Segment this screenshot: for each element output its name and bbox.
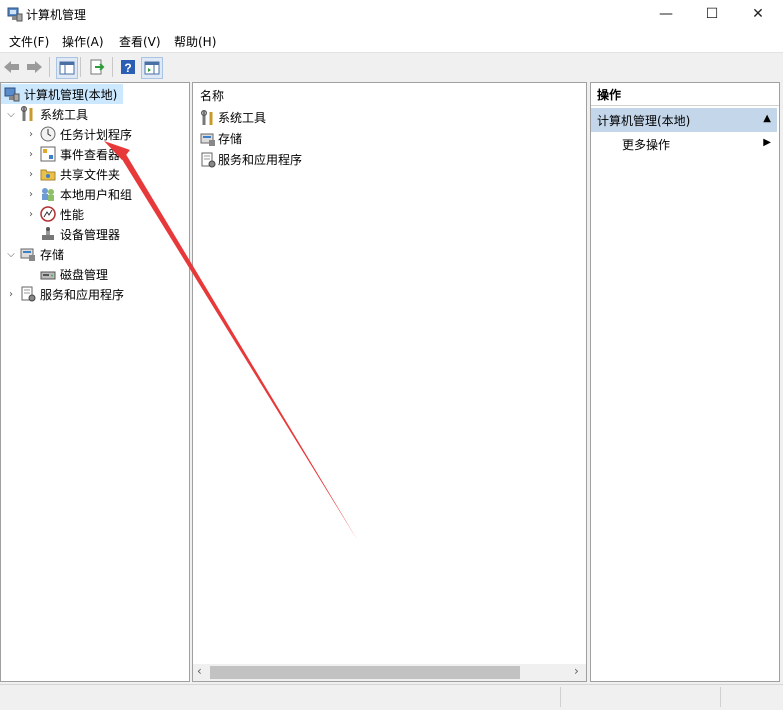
collapse-up-icon[interactable]: ▲ [763, 113, 771, 124]
computer-management-icon [7, 7, 23, 22]
tree-device-manager[interactable]: 设备管理器 [1, 224, 189, 244]
menu-bar: 文件(F) 操作(A) 查看(V) 帮助(H) [0, 30, 783, 52]
action-section-header[interactable]: 计算机管理(本地) ▲ [591, 108, 777, 132]
chevron-down-icon[interactable]: ⌵ [5, 249, 17, 260]
tree-storage[interactable]: ⌵ 存储 [1, 244, 189, 264]
chevron-down-icon[interactable]: ⌵ [5, 109, 17, 120]
tree-item-label: 性能 [60, 207, 85, 222]
event-viewer-icon [40, 146, 56, 162]
properties-icon [144, 61, 160, 75]
tree-disk-management[interactable]: 磁盘管理 [1, 264, 189, 284]
device-manager-icon [42, 227, 54, 240]
tree-root[interactable]: 计算机管理(本地) [1, 84, 123, 104]
tree-storage-label: 存储 [40, 247, 65, 262]
list-column-header[interactable]: 名称 [193, 83, 586, 107]
services-icon [21, 286, 36, 302]
chevron-right-icon[interactable]: › [5, 289, 17, 300]
list-item-label: 存储 [218, 132, 243, 146]
clock-icon [40, 126, 56, 142]
more-actions-label: 更多操作 [622, 137, 671, 152]
forward-button[interactable] [24, 57, 44, 77]
chevron-right-icon[interactable]: › [25, 169, 37, 180]
arrow-left-icon [4, 61, 19, 73]
tree-item-label: 任务计划程序 [60, 127, 133, 142]
name-column-header: 名称 [200, 88, 225, 103]
tree-services-label: 服务和应用程序 [40, 287, 125, 302]
submenu-arrow-icon: ▶ [763, 137, 771, 148]
chevron-right-icon[interactable]: › [25, 129, 37, 140]
status-divider [720, 687, 721, 707]
tools-icon [21, 106, 33, 121]
tree-performance[interactable]: › 性能 [1, 204, 189, 224]
tree-item-label: 事件查看器 [60, 147, 121, 162]
chevron-right-icon[interactable]: › [25, 189, 37, 200]
more-actions-item[interactable]: 更多操作 ▶ [591, 132, 779, 156]
action-pane: 操作 计算机管理(本地) ▲ 更多操作 ▶ [590, 82, 780, 682]
tree-system-tools-label: 系统工具 [40, 107, 89, 122]
scrollbar-thumb[interactable] [210, 666, 520, 679]
storage-icon [200, 133, 215, 146]
export-list-button[interactable] [87, 57, 107, 77]
list-item[interactable]: 系统工具 [193, 107, 586, 128]
performance-icon [40, 206, 56, 222]
svg-text:?: ? [124, 61, 131, 75]
scroll-left-icon[interactable]: ‹ [197, 664, 202, 678]
menu-view[interactable]: 查看(V) [119, 33, 161, 50]
list-item-label: 系统工具 [218, 111, 267, 125]
menu-file[interactable]: 文件(F) [9, 33, 49, 50]
tree-system-tools[interactable]: ⌵ 系统工具 [1, 104, 189, 124]
list-item-label: 服务和应用程序 [218, 153, 303, 167]
tree-event-viewer[interactable]: › 事件查看器 [1, 144, 189, 164]
console-tree-pane: 计算机管理(本地) ⌵ 系统工具 › 任务计划程序 › 事件查看器 › 共享文件… [0, 82, 190, 682]
tree-item-label: 本地用户和组 [60, 187, 133, 202]
tree-local-users[interactable]: › 本地用户和组 [1, 184, 189, 204]
action-pane-header: 操作 [591, 83, 779, 106]
users-icon [42, 188, 54, 201]
status-divider [560, 687, 561, 707]
tree-item-label: 设备管理器 [60, 227, 121, 242]
status-bar [0, 684, 783, 710]
storage-icon [20, 248, 35, 261]
tree-task-scheduler[interactable]: › 任务计划程序 [1, 124, 189, 144]
help-button[interactable]: ? [118, 57, 138, 77]
console-tree-icon [59, 61, 75, 75]
tools-icon [201, 109, 213, 125]
computer-management-icon [4, 87, 20, 102]
toolbar-separator [49, 57, 50, 77]
window-title: 计算机管理 [26, 8, 87, 22]
help-icon: ? [121, 60, 135, 75]
chevron-right-icon[interactable]: › [25, 209, 37, 220]
chevron-right-icon[interactable]: › [25, 149, 37, 160]
menu-help[interactable]: 帮助(H) [174, 33, 216, 50]
toolbar: ? [0, 52, 783, 82]
scroll-right-icon[interactable]: › [574, 664, 579, 678]
tree-item-label: 共享文件夹 [60, 167, 121, 182]
tree-services[interactable]: › 服务和应用程序 [1, 284, 189, 304]
list-item[interactable]: 存储 [193, 128, 586, 149]
title-bar: 计算机管理 — ☐ ✕ [0, 0, 783, 28]
menu-action[interactable]: 操作(A) [62, 33, 104, 50]
toolbar-separator [112, 57, 113, 77]
horizontal-scrollbar[interactable]: ‹ › [193, 664, 586, 681]
show-action-pane-button[interactable] [141, 57, 163, 79]
maximize-button[interactable]: ☐ [689, 0, 735, 28]
tree-disk-management-label: 磁盘管理 [60, 267, 109, 282]
export-icon [90, 59, 105, 75]
show-console-tree-button[interactable] [56, 57, 78, 79]
tree-shared-folders[interactable]: › 共享文件夹 [1, 164, 189, 184]
services-icon [201, 152, 216, 167]
arrow-right-icon [27, 61, 42, 73]
disk-icon [40, 271, 56, 280]
toolbar-separator [80, 57, 81, 77]
result-list-pane: 名称 系统工具 存储 服务和应用程序 [192, 82, 587, 682]
shared-folder-icon [40, 169, 56, 181]
back-button[interactable] [2, 57, 22, 77]
list-item[interactable]: 服务和应用程序 [193, 149, 586, 170]
minimize-button[interactable]: — [643, 0, 689, 28]
action-section-label: 计算机管理(本地) [597, 113, 691, 128]
tree-root-label: 计算机管理(本地) [24, 87, 118, 102]
close-button[interactable]: ✕ [735, 0, 781, 28]
